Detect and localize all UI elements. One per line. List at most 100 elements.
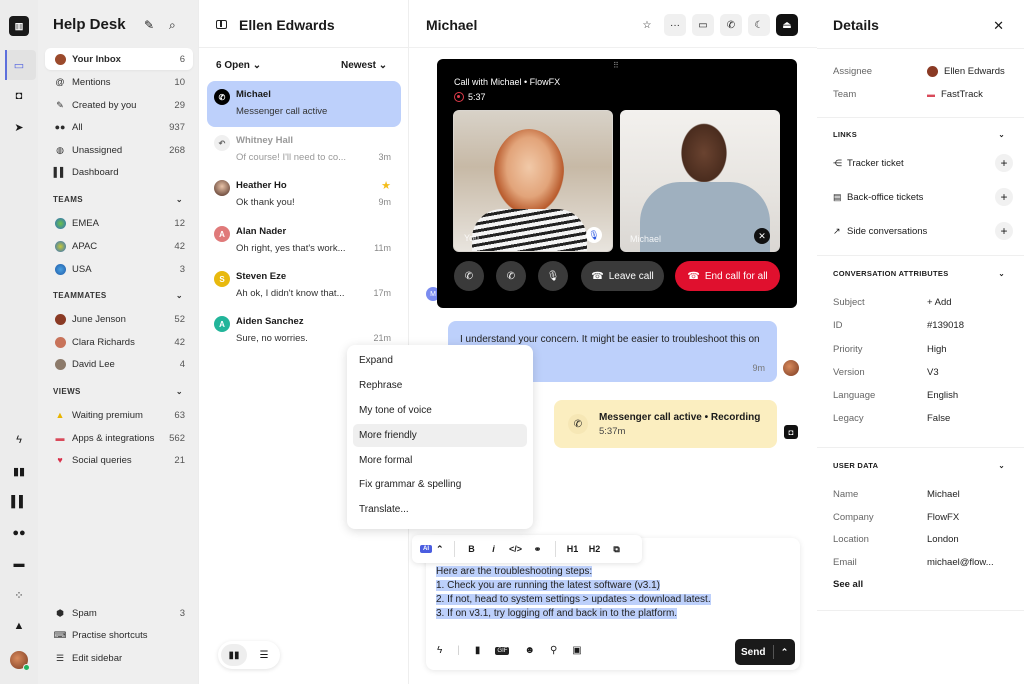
ai-menu-item[interactable]: More formal xyxy=(353,449,527,472)
ticket-button[interactable]: ▭ xyxy=(692,14,714,36)
add-icon[interactable]: + xyxy=(995,222,1013,240)
image-icon[interactable]: ▣ xyxy=(572,645,581,656)
user-data-row[interactable]: Email michael@flow... xyxy=(833,557,1013,568)
user-data-row[interactable]: Company FlowFX xyxy=(833,512,1013,523)
attribute-row[interactable]: Version V3 xyxy=(833,367,1013,378)
sidebar-item-team[interactable]: EMEA 12 xyxy=(45,212,193,234)
bolt-icon[interactable]: ϟ xyxy=(9,430,29,450)
link-icon[interactable]: ⚭ xyxy=(527,544,549,555)
code-block-icon[interactable]: ⧉ xyxy=(606,544,628,555)
send-button[interactable]: Send ⌃ xyxy=(735,639,795,665)
add-icon[interactable]: + xyxy=(995,154,1013,172)
sort-dropdown[interactable]: Newest ⌄ xyxy=(341,60,387,71)
conversation-item[interactable]: ✆ Michael Messenger call active xyxy=(207,81,401,127)
sidebar-item-dashboard[interactable]: ▌▌ Dashboard xyxy=(45,161,193,183)
user-data-row[interactable]: Location London xyxy=(833,534,1013,545)
apps-icon[interactable]: ⁘ xyxy=(9,585,29,605)
h1-button[interactable]: H1 xyxy=(562,544,584,554)
ai-menu-item[interactable]: Rephrase xyxy=(353,374,527,397)
attribute-row[interactable]: Legacy False xyxy=(833,413,1013,424)
compose-icon[interactable]: ✎ xyxy=(144,18,154,32)
sidebar-item-unassigned[interactable]: ◍ Unassigned 268 xyxy=(45,139,193,161)
conversation-item[interactable]: S Steven Eze Ah ok, I didn't know that..… xyxy=(207,263,401,309)
conversation-item[interactable]: Heather Ho Ok thank you! 9m ★ xyxy=(207,172,401,218)
more-button[interactable]: ··· xyxy=(664,14,686,36)
ai-button[interactable]: AI xyxy=(420,545,432,553)
user-avatar[interactable] xyxy=(10,651,30,671)
mute-button[interactable]: 🎙 xyxy=(538,261,568,291)
end-call-for-all-button[interactable]: ☎ End call for all xyxy=(675,261,780,291)
close-icon[interactable]: ✕ xyxy=(993,18,1004,34)
status-filter-dropdown[interactable]: 6 Open ⌄ xyxy=(216,60,261,71)
teammates-section-header[interactable]: TEAMMATES ⌄ xyxy=(53,291,183,300)
send-icon[interactable]: ➤ xyxy=(9,117,29,137)
attachment-icon[interactable]: ⚲ xyxy=(550,645,557,656)
add-icon[interactable]: + xyxy=(995,188,1013,206)
sidebar-item-your-inbox[interactable]: Your Inbox 6 xyxy=(45,48,193,70)
book-icon[interactable]: ▮▮ xyxy=(9,461,29,481)
sidebar-item-team[interactable]: USA 3 xyxy=(45,258,193,280)
bookmark-icon[interactable]: ▮ xyxy=(475,645,481,656)
bold-button[interactable]: B xyxy=(461,544,483,554)
academy-icon[interactable]: ▲ xyxy=(9,616,29,636)
sidebar-item-teammate[interactable]: David Lee 4 xyxy=(45,353,193,375)
attribute-row[interactable]: ID #139018 xyxy=(833,320,1013,331)
sidebar-item-created-by-you[interactable]: ✎ Created by you 29 xyxy=(45,94,193,116)
leave-call-button[interactable]: ☎ Leave call xyxy=(581,261,664,291)
contacts-icon[interactable]: ●● xyxy=(9,523,29,543)
app-logo-icon[interactable]: ▥ xyxy=(9,16,29,36)
see-all-link[interactable]: See all xyxy=(833,579,863,590)
ai-menu-item[interactable]: More friendly xyxy=(353,424,527,447)
hold-call-button[interactable]: ✆ xyxy=(496,261,526,291)
gif-button[interactable]: GIF xyxy=(495,646,510,655)
link-back-office-tickets[interactable]: ▤ Back-office tickets + xyxy=(833,188,1013,206)
inbox-icon[interactable]: ▭ xyxy=(9,55,29,75)
user-data-header[interactable]: USER DATA ⌄ xyxy=(833,461,1005,470)
chart-icon[interactable]: ▌▌ xyxy=(9,492,29,512)
star-icon[interactable]: ★ xyxy=(381,179,391,192)
links-section-header[interactable]: LINKS ⌄ xyxy=(833,130,1005,139)
conversation-attributes-header[interactable]: CONVERSATION ATTRIBUTES ⌄ xyxy=(833,269,1005,278)
split-view-button[interactable]: ▮▮ xyxy=(221,644,247,666)
ai-menu-item[interactable]: Fix grammar & spelling xyxy=(353,473,527,496)
sidebar-item-practise-shortcuts[interactable]: ⌨ Practise shortcuts xyxy=(45,624,193,646)
search-icon[interactable]: ⌕ xyxy=(169,18,176,33)
conversation-item[interactable]: ↶ Whitney Hall Of course! I'll need to c… xyxy=(207,127,401,173)
assignee-row[interactable]: Assignee Ellen Edwards xyxy=(833,66,1013,77)
sidebar-item-team[interactable]: APAC 42 xyxy=(45,235,193,257)
chevron-up-icon[interactable]: ⌃ xyxy=(436,544,444,555)
sidebar-item-all[interactable]: ●● All 937 xyxy=(45,116,193,138)
ai-menu-item[interactable]: Expand xyxy=(353,349,527,372)
link-tracker-ticket[interactable]: ⋲ Tracker ticket + xyxy=(833,154,1013,172)
bot-icon[interactable]: ◘ xyxy=(9,86,29,106)
snooze-button[interactable]: ☾ xyxy=(748,14,770,36)
sidebar-item-view[interactable]: ▬ Apps & integrations 562 xyxy=(45,427,193,449)
views-section-header[interactable]: VIEWS ⌄ xyxy=(53,387,183,396)
call-window[interactable]: ⠿ Call with Michael • FlowFX 5:37 You 🎙 … xyxy=(437,59,797,308)
h2-button[interactable]: H2 xyxy=(584,544,606,554)
sidebar-item-mentions[interactable]: @ Mentions 10 xyxy=(45,71,193,93)
assign-button[interactable]: ⏏ xyxy=(776,14,798,36)
team-row[interactable]: Team ▬ FastTrack xyxy=(833,89,1013,100)
transfer-call-button[interactable]: ✆ xyxy=(454,261,484,291)
attribute-row[interactable]: Language English xyxy=(833,390,1013,401)
call-button[interactable]: ✆ xyxy=(720,14,742,36)
conversation-item[interactable]: A Alan Nader Oh right, yes that's work..… xyxy=(207,218,401,264)
ai-menu-item[interactable]: Translate... xyxy=(353,498,527,521)
reply-draft-text[interactable]: Here are the troubleshooting steps: 1. C… xyxy=(436,565,711,621)
star-button[interactable]: ☆ xyxy=(636,14,658,36)
code-button[interactable]: </> xyxy=(505,544,527,554)
drag-handle-icon[interactable]: ⠿ xyxy=(613,61,619,70)
sidebar-item-teammate[interactable]: June Jenson 52 xyxy=(45,308,193,330)
attribute-row[interactable]: Subject + Add xyxy=(833,297,1013,308)
sidebar-item-spam[interactable]: ⬢ Spam 3 xyxy=(45,602,193,624)
list-view-button[interactable]: ☰ xyxy=(251,644,277,666)
italic-button[interactable]: i xyxy=(483,544,505,554)
bolt-icon[interactable]: ϟ xyxy=(437,645,442,656)
sidebar-item-edit-sidebar[interactable]: ☰ Edit sidebar xyxy=(45,647,193,669)
panel-toggle-icon[interactable] xyxy=(216,20,227,29)
send-options-chevron-icon[interactable]: ⌃ xyxy=(774,647,795,658)
ai-menu-item[interactable]: My tone of voice xyxy=(353,399,527,422)
sidebar-item-teammate[interactable]: Clara Richards 42 xyxy=(45,331,193,353)
chat-icon[interactable]: ▬ xyxy=(9,554,29,574)
